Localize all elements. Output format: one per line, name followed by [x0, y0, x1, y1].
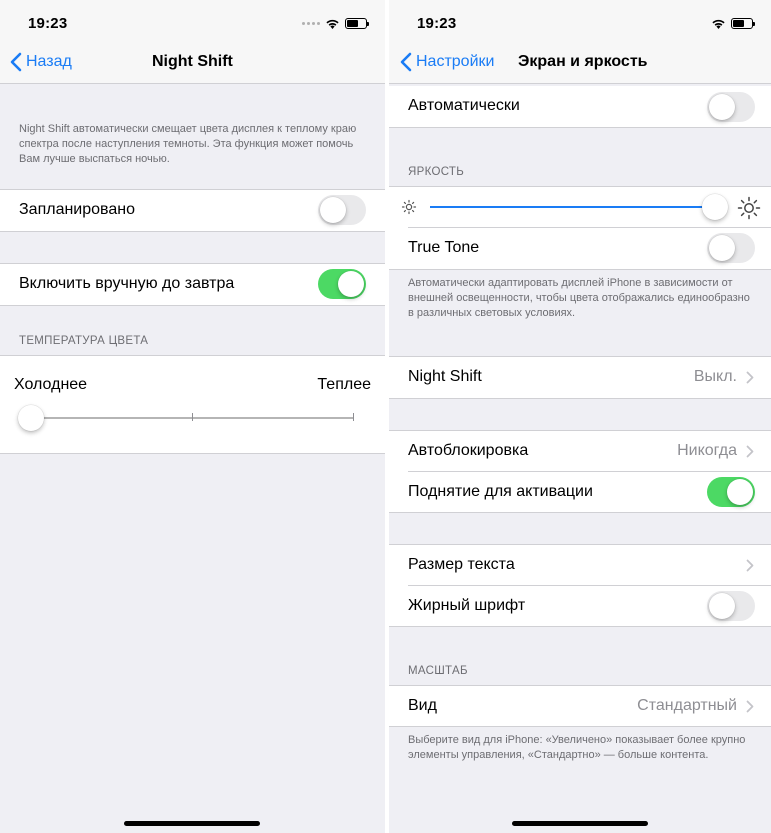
brightness-row — [389, 187, 771, 228]
night-shift-screen: 19:23 Назад Night Shift Night Shift авто… — [0, 0, 385, 833]
colder-label: Холоднее — [14, 376, 88, 393]
page-title: Экран и яркость — [518, 53, 648, 70]
wifi-icon — [712, 19, 725, 29]
scheduled-row: Запланировано — [0, 190, 385, 231]
autolock-row[interactable]: Автоблокировка Никогда — [389, 431, 771, 472]
color-temperature-header: ТЕМПЕРАТУРА ЦВЕТА — [19, 335, 149, 347]
nav-bar: Настройки Экран и яркость — [389, 44, 771, 84]
manual-enable-label: Включить вручную до завтра — [19, 275, 235, 292]
status-icons — [711, 17, 755, 29]
true-tone-row: True Tone — [389, 228, 771, 269]
wifi-icon — [326, 19, 339, 29]
night-shift-row[interactable]: Night Shift Выкл. — [389, 357, 771, 398]
battery-icon — [731, 17, 755, 29]
temperature-slider-thumb[interactable] — [18, 405, 44, 431]
zoom-footer: Выберите вид для iPhone: «Увеличено» пок… — [408, 734, 746, 761]
auto-brightness-toggle[interactable] — [707, 92, 755, 122]
back-label: Настройки — [416, 53, 495, 70]
bold-text-row: Жирный шрифт — [389, 586, 771, 627]
chevron-right-icon — [746, 700, 754, 713]
temperature-panel: Холоднее Теплее — [0, 356, 385, 453]
scheduled-toggle[interactable] — [318, 195, 366, 225]
chevron-right-icon — [746, 559, 754, 572]
home-indicator[interactable] — [512, 821, 648, 826]
night-shift-label: Night Shift — [408, 368, 482, 385]
status-bar: 19:23 — [389, 0, 771, 44]
zoom-view-value: Стандартный — [637, 697, 737, 714]
night-shift-value: Выкл. — [693, 368, 737, 385]
chevron-right-icon — [746, 445, 754, 458]
night-shift-description: Night Shift автоматически смещает цвета … — [19, 123, 357, 165]
chevron-left-icon — [10, 52, 22, 72]
home-indicator[interactable] — [124, 821, 260, 826]
brightness-track — [430, 206, 715, 208]
battery-icon — [345, 17, 369, 29]
nav-bar: Назад Night Shift — [0, 44, 385, 84]
zoom-view-label: Вид — [408, 697, 437, 714]
bold-text-toggle[interactable] — [707, 591, 755, 621]
sun-large-icon — [737, 196, 761, 220]
chevron-right-icon — [746, 371, 754, 384]
back-button[interactable]: Назад — [10, 52, 72, 72]
autolock-value: Никогда — [677, 442, 737, 459]
status-bar: 19:23 — [0, 0, 385, 44]
manual-enable-row: Включить вручную до завтра — [0, 264, 385, 305]
raise-to-wake-toggle[interactable] — [707, 477, 755, 507]
signal-icon — [302, 21, 320, 25]
true-tone-toggle[interactable] — [707, 233, 755, 263]
manual-enable-toggle[interactable] — [318, 269, 366, 299]
display-brightness-screen: 19:23 Настройки Экран и яркость Автомати… — [389, 0, 771, 833]
warmer-label: Теплее — [317, 376, 371, 393]
auto-brightness-label: Автоматически — [408, 97, 520, 114]
back-button[interactable]: Настройки — [400, 52, 494, 72]
autolock-label: Автоблокировка — [408, 442, 529, 459]
raise-to-wake-label: Поднятие для активации — [408, 483, 593, 500]
sun-small-icon — [401, 199, 417, 215]
bold-text-label: Жирный шрифт — [408, 597, 526, 614]
text-size-row[interactable]: Размер текста — [389, 545, 771, 586]
status-icons — [302, 17, 369, 29]
status-time: 19:23 — [417, 15, 457, 32]
chevron-left-icon — [400, 52, 412, 72]
zoom-header: МАСШТАБ — [408, 665, 468, 677]
true-tone-label: True Tone — [408, 239, 480, 256]
scheduled-label: Запланировано — [19, 201, 135, 218]
status-time: 19:23 — [28, 15, 68, 32]
page-title: Night Shift — [152, 53, 233, 70]
brightness-header: ЯРКОСТЬ — [408, 166, 465, 178]
true-tone-footer: Автоматически адаптировать дисплей iPhon… — [408, 277, 750, 319]
back-label: Назад — [26, 53, 72, 70]
brightness-slider-thumb[interactable] — [702, 194, 728, 220]
zoom-view-row[interactable]: Вид Стандартный — [389, 686, 771, 727]
text-size-label: Размер текста — [408, 556, 515, 573]
raise-to-wake-row: Поднятие для активации — [389, 472, 771, 513]
auto-brightness-row: Автоматически — [389, 86, 771, 127]
